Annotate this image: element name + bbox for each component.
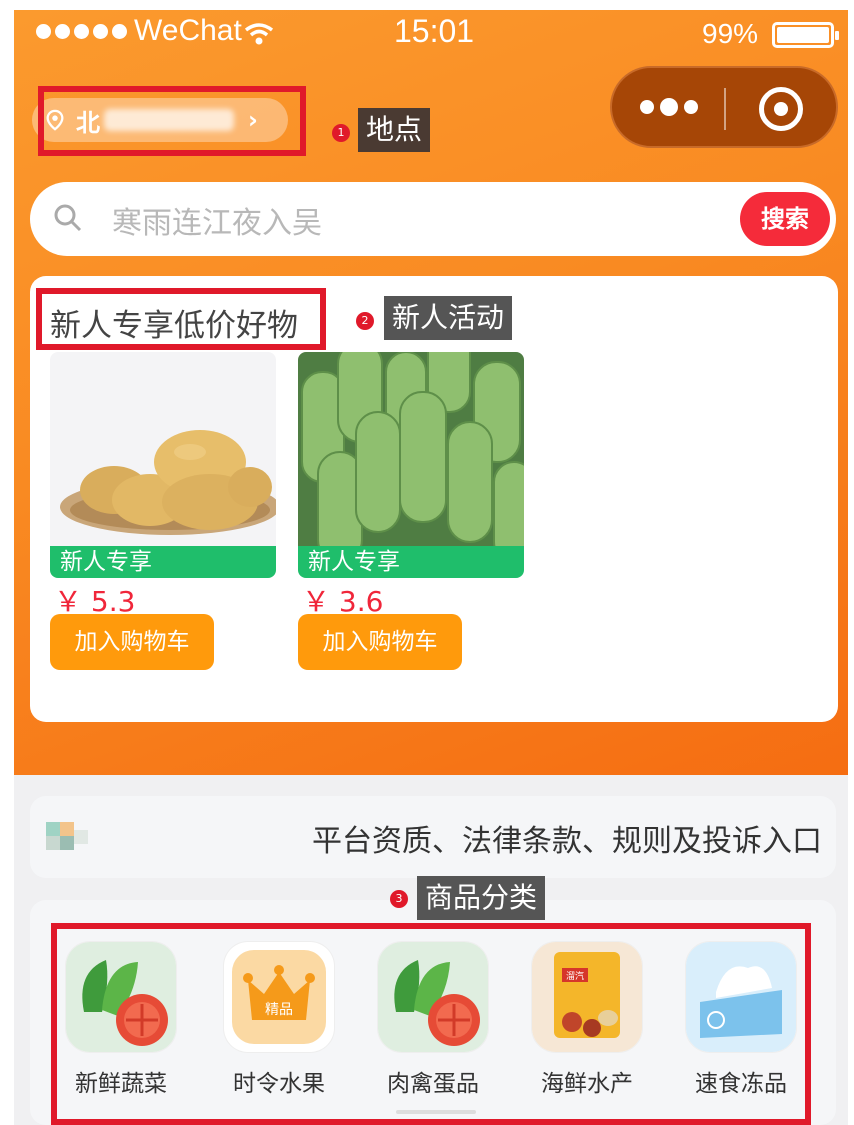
- annotation-number-1: 1: [332, 124, 350, 142]
- crown-icon: 精品: [224, 942, 334, 1052]
- close-target-icon[interactable]: [759, 87, 803, 131]
- scroll-indicator[interactable]: [396, 1110, 476, 1114]
- new-user-ribbon: 新人专享: [298, 546, 524, 578]
- snack-bag-icon: 溜汽: [532, 942, 642, 1052]
- vegetable-icon: [378, 942, 488, 1052]
- search-icon: [54, 204, 82, 232]
- battery-percent: 99%: [702, 18, 759, 49]
- status-bar: WeChat 15:01 99%: [14, 10, 848, 60]
- tissue-icon: [686, 942, 796, 1052]
- policy-entry[interactable]: 平台资质、法律条款、规则及投诉入口: [30, 796, 836, 878]
- status-time: 15:01: [394, 13, 475, 49]
- search-input[interactable]: 寒雨连江夜入吴: [112, 198, 322, 242]
- svg-text:精品: 精品: [265, 1002, 293, 1018]
- category-label: 肉禽蛋品: [387, 1071, 479, 1097]
- category-label: 新鲜蔬菜: [75, 1071, 167, 1097]
- miniprogram-capsule: [610, 66, 838, 148]
- category-frozen-food[interactable]: 速食冻品: [682, 942, 800, 1098]
- annotation-new-user: 新人活动: [384, 296, 513, 340]
- phone-screen: WeChat 15:01 99% 北 › 1 地点 寒雨连江夜入吴 搜索 新人专…: [14, 10, 848, 1125]
- platform-logo-icon: [46, 822, 88, 850]
- search-bar[interactable]: 寒雨连江夜入吴 搜索: [30, 182, 836, 256]
- search-button[interactable]: 搜索: [740, 192, 830, 246]
- capsule-divider: [724, 88, 726, 130]
- vegetable-icon: [66, 942, 176, 1052]
- loofah-image[interactable]: [298, 352, 524, 548]
- wifi-icon: [244, 23, 274, 45]
- annotation-categories: 商品分类: [417, 876, 546, 920]
- add-to-cart-button[interactable]: 加入购物车: [298, 614, 462, 670]
- category-seasonal-fruit[interactable]: 精品 时令水果: [220, 942, 338, 1098]
- category-label: 速食冻品: [695, 1071, 787, 1097]
- highlight-box-location: [38, 86, 306, 156]
- more-icon[interactable]: [640, 98, 698, 116]
- battery-icon: [772, 22, 839, 48]
- category-meat-eggs[interactable]: 肉禽蛋品: [374, 942, 492, 1098]
- add-to-cart-button[interactable]: 加入购物车: [50, 614, 214, 670]
- signal-icon: [36, 24, 127, 39]
- annotation-number-3: 3: [390, 890, 408, 908]
- policy-text: 平台资质、法律条款、规则及投诉入口: [312, 824, 822, 859]
- potato-image[interactable]: [50, 352, 276, 548]
- annotation-number-2: 2: [356, 312, 374, 330]
- category-label: 时令水果: [233, 1071, 325, 1097]
- new-user-ribbon: 新人专享: [50, 546, 276, 578]
- svg-text:溜汽: 溜汽: [566, 970, 584, 982]
- category-label: 海鲜水产: [541, 1071, 633, 1097]
- carrier-name: WeChat: [134, 14, 242, 47]
- highlight-box-new-user: [36, 288, 326, 350]
- category-seafood[interactable]: 溜汽 海鲜水产: [528, 942, 646, 1098]
- category-fresh-vegetables[interactable]: 新鲜蔬菜: [62, 942, 180, 1098]
- annotation-location: 地点: [358, 108, 431, 152]
